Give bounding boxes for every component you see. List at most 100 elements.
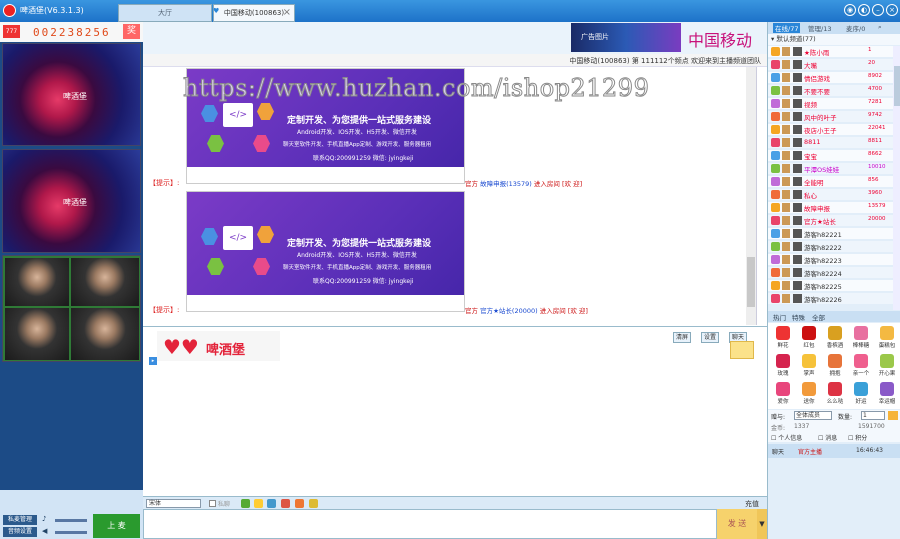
gift-item[interactable]: 爱你 — [771, 381, 795, 409]
gift-item[interactable]: 玫瑰 — [771, 353, 795, 381]
user-row[interactable]: 游客h82222 — [768, 241, 893, 252]
tab-online[interactable]: 在线/77 — [773, 23, 801, 33]
user-row[interactable]: 游客h82226 — [768, 293, 893, 304]
chat-scrollbar[interactable] — [746, 67, 756, 325]
send-button[interactable]: 发 送 — [717, 509, 757, 539]
message-input[interactable] — [143, 509, 717, 539]
video-slot-2[interactable]: 啤酒堡 — [2, 149, 141, 253]
user-row[interactable]: 夜店小王子 22041 — [768, 124, 893, 135]
user-row[interactable]: 游客h82224 — [768, 267, 893, 278]
image-icon[interactable] — [267, 499, 276, 508]
settings-icon[interactable]: ◉ — [844, 4, 856, 16]
send-options-icon[interactable]: ▼ — [757, 509, 767, 539]
private-chat-area[interactable]: ♥♥ 啤酒堡 ▸ 清屏 设置 聊天 — [143, 326, 767, 496]
gift-item[interactable]: 开心果 — [875, 353, 899, 381]
gift-item[interactable]: 幸运帽 — [875, 381, 899, 409]
channel-group[interactable]: ▾ 默认频道(77) — [768, 34, 900, 45]
emoji-icon[interactable] — [254, 499, 263, 508]
speaker-volume-slider[interactable] — [55, 531, 87, 534]
user-row[interactable]: 8811 8811 — [768, 137, 893, 148]
h5-icon — [257, 103, 274, 120]
recharge-button[interactable]: 充值 — [745, 499, 759, 509]
gift-item[interactable]: 么么哒 — [823, 381, 847, 409]
color-icon[interactable] — [241, 499, 250, 508]
scroll-thumb[interactable] — [894, 66, 900, 106]
gift-item[interactable]: 蛋糕包 — [875, 325, 899, 353]
gift-item[interactable]: 棒棒糖 — [849, 325, 873, 353]
take-mic-button[interactable]: 上 麦 — [93, 514, 140, 538]
message-user-link[interactable]: 官方★站长(20000) — [480, 307, 538, 315]
settings-button[interactable]: 设置 — [701, 332, 720, 343]
flower-icon[interactable] — [281, 499, 290, 508]
messages-link[interactable]: ☐ 消息 — [818, 433, 837, 442]
gift-item[interactable]: 拥抱 — [823, 353, 847, 381]
user-row[interactable]: 游客h82225 — [768, 280, 893, 291]
gift-label: 红包 — [803, 343, 815, 349]
user-row[interactable]: 风中的叶子 9742 — [768, 111, 893, 122]
gift-tab-special[interactable]: 特殊 — [792, 312, 805, 322]
close-tab-icon[interactable]: × — [283, 5, 291, 21]
gift-item[interactable]: 香槟酒 — [823, 325, 847, 353]
points-link[interactable]: ☐ 积分 — [848, 433, 867, 442]
user-row[interactable]: 游客h82221 — [768, 228, 893, 239]
user-row[interactable]: 故障申报 13579 — [768, 202, 893, 213]
tool-icon[interactable] — [309, 499, 318, 508]
reward-button[interactable]: 奖 — [123, 24, 140, 39]
ad-banner[interactable]: </> 定制开发、为您提供一站式服务建设 Android开发、IOS开发、H5开… — [186, 191, 465, 312]
tab-admins[interactable]: 管理/13 — [808, 23, 831, 33]
profile-link[interactable]: ☐ 个人信息 — [771, 433, 802, 442]
badge-icon — [782, 281, 790, 290]
audio-settings-button[interactable]: 音频设置 — [3, 527, 37, 537]
gift-item[interactable]: 红包 — [797, 325, 821, 353]
user-row[interactable]: 官方★站长 20000 — [768, 215, 893, 226]
minimize-icon[interactable]: – — [872, 4, 884, 16]
gift-icon[interactable] — [295, 499, 304, 508]
public-chat-area[interactable]: </> 定制开发、为您提供一站式服务建设 Android开发、IOS开发、H5开… — [143, 67, 757, 325]
close-icon[interactable]: × — [886, 4, 898, 16]
official-host-link[interactable]: 官方主播 — [798, 447, 822, 456]
user-row[interactable]: 视频 7281 — [768, 98, 893, 109]
user-name: 官方★站长 — [804, 218, 836, 226]
gift-recipient-select[interactable]: 全体成员 — [794, 411, 832, 420]
tip-label: 【提示】: — [149, 306, 180, 314]
level-icon — [771, 216, 780, 225]
video-slot-1[interactable]: 啤酒堡 — [2, 43, 141, 146]
user-row[interactable]: 情侣游戏 8902 — [768, 72, 893, 83]
gift-item[interactable]: 掌声 — [797, 353, 821, 381]
user-row[interactable]: 全能明 856 — [768, 176, 893, 187]
user-row[interactable]: ★陈小雨 1 — [768, 46, 893, 57]
user-list[interactable]: ★陈小雨 1 大嘴 20 情侣游戏 8902 不要不要 4700 视频 7281 风中的叶子 9742… — [768, 46, 893, 310]
tab-mic-queue[interactable]: 麦序/0 — [846, 23, 865, 33]
user-row[interactable]: 宝宝 8662 — [768, 150, 893, 161]
mic-manage-button[interactable]: 私麦管理 — [3, 515, 37, 525]
user-row[interactable]: 平潭OS娃娃 10010 — [768, 163, 893, 174]
search-icon[interactable]: ⌕ — [878, 23, 882, 32]
gift-item[interactable]: 好运 — [849, 381, 873, 409]
user-row[interactable]: 私心 3960 — [768, 189, 893, 200]
tab-room[interactable]: ♥ 中国移动(100863) × — [213, 4, 295, 22]
footer-chat-tab[interactable]: 聊天 — [772, 447, 784, 456]
message-user-link[interactable]: 故障申报(13579) — [480, 180, 532, 188]
video-label: 啤酒堡 — [63, 92, 87, 101]
gift-tab-all[interactable]: 全部 — [812, 312, 825, 322]
mic-volume-slider[interactable] — [55, 519, 87, 522]
user-name: 故障申报 — [804, 205, 830, 213]
video-slot-3[interactable] — [2, 255, 141, 362]
gift-item[interactable]: 送你 — [797, 381, 821, 409]
gift-item[interactable]: 鲜花 — [771, 325, 795, 353]
skin-icon[interactable]: ◐ — [858, 4, 870, 16]
send-gift-icon[interactable] — [888, 411, 898, 420]
private-checkbox[interactable] — [209, 500, 216, 507]
user-scrollbar[interactable] — [893, 46, 900, 310]
gift-tab-hot[interactable]: 热门 — [773, 312, 786, 322]
gift-count-select[interactable]: 1 — [861, 411, 885, 420]
user-row[interactable]: 不要不要 4700 — [768, 85, 893, 96]
user-row[interactable]: 大嘴 20 — [768, 59, 893, 70]
font-select[interactable]: 宋体 — [146, 499, 201, 508]
gift-item[interactable]: 亲一个 — [849, 353, 873, 381]
tab-hall[interactable]: 大厅 — [118, 4, 212, 22]
user-row[interactable]: 游客h82223 — [768, 254, 893, 265]
clear-screen-button[interactable]: 清屏 — [673, 332, 692, 343]
scroll-thumb[interactable] — [747, 257, 755, 307]
banner-image[interactable]: 广告图片 — [571, 23, 681, 52]
